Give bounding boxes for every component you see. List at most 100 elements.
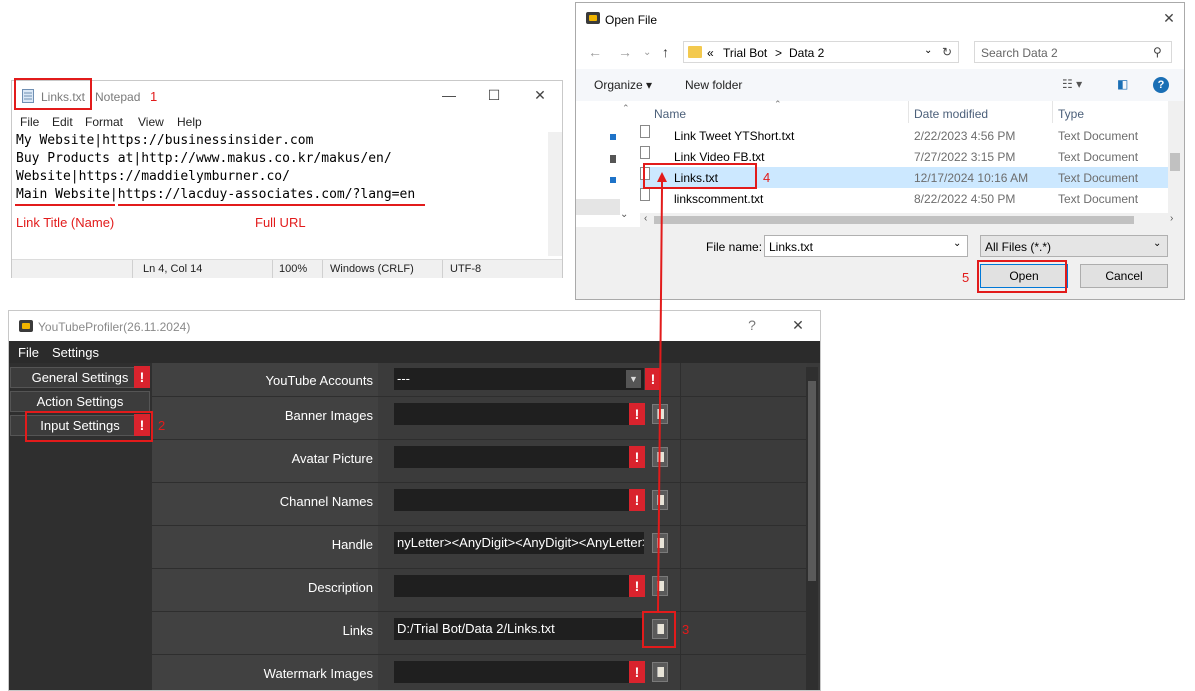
new-folder-button[interactable]: New folder [685,78,742,92]
menu-view[interactable]: View [138,115,164,129]
text-file-icon [640,125,650,138]
column-name[interactable]: Name [654,107,686,121]
links-field[interactable]: D:/Trial Bot/Data 2/Links.txt [394,618,644,640]
label-description: Description [307,580,373,595]
chevron-down-icon[interactable]: ⌄ [953,238,961,249]
text-line: Main Website|https://lacduy-associates.c… [16,187,416,202]
file-type-filter[interactable]: All Files (*.*) ⌄ [980,235,1168,257]
handle-field[interactable]: nyLetter><AnyDigit><AnyDigit><AnyLetter> [394,532,644,554]
menu-file[interactable]: File [18,345,39,360]
address-bar[interactable]: « Trial Bot > Data 2 ⌄ ↻ [683,41,959,63]
status-zoom: 100% [279,263,308,275]
maximize-button[interactable]: ☐ [479,87,509,104]
chevron-down-icon[interactable]: ▼ [626,370,641,388]
file-list: ⌃ Name Date modified Type Link Tweet YTS… [640,99,1168,213]
notepad-text-area[interactable]: My Website|https://businessinsider.com Bu… [16,132,415,204]
description-field[interactable] [394,575,644,597]
banner-images-field[interactable] [394,403,644,425]
menu-format[interactable]: Format [85,115,123,129]
help-icon[interactable]: ? [1153,77,1169,93]
close-button[interactable]: ✕ [783,317,813,334]
nav-selected-item[interactable] [576,199,620,215]
sidebar-label: General Settings [31,370,129,385]
notepad-vertical-scrollbar[interactable] [548,132,562,256]
notepad-status-bar: Ln 4, Col 14 100% Windows (CRLF) UTF-8 [12,259,562,278]
scroll-thumb[interactable] [1170,153,1180,171]
chevron-down-icon[interactable]: ⌄ [643,47,651,58]
settings-extra-column [680,363,807,690]
chevron-up-icon[interactable]: ⌃ [622,103,630,114]
watermark-images-field[interactable] [394,661,644,683]
search-input[interactable]: Search Data 2 ⚲ [974,41,1172,63]
file-type: Text Document [1058,192,1139,206]
profiler-menu-bar: File Settings [9,341,820,363]
action-settings-button[interactable]: Action Settings [10,391,150,412]
file-row[interactable]: Link Tweet YTShort.txt 2/22/2023 4:56 PM… [640,125,1168,146]
minimize-button[interactable]: — [434,87,464,103]
notepad-menu-bar: File Edit Format View Help [12,113,562,131]
label-channel-names: Channel Names [279,494,373,509]
avatar-picture-field[interactable] [394,446,644,468]
file-row[interactable]: linkscomment.txt 8/22/2022 4:50 PM Text … [640,188,1168,209]
drive-icon[interactable] [610,177,616,183]
file-name-label: File name: [706,240,763,254]
organize-menu[interactable]: Organize ▾ [594,78,652,92]
file-list-vertical-scrollbar[interactable] [1168,101,1182,213]
annotation-full-url-label: Full URL [255,215,306,230]
close-button[interactable]: ✕ [1154,10,1184,27]
file-type: Text Document [1058,171,1139,185]
path-separator: > [775,46,783,60]
refresh-icon[interactable]: ↻ [942,45,952,59]
help-button[interactable]: ? [737,317,767,333]
column-type[interactable]: Type [1058,107,1084,121]
browse-file-button[interactable] [652,662,668,682]
general-settings-button[interactable]: General Settings [10,367,150,388]
forward-arrow-icon[interactable]: → [618,44,632,60]
menu-help[interactable]: Help [177,115,202,129]
file-date: 12/17/2024 10:16 AM [914,171,1029,185]
path-chevrons: « [707,46,714,60]
menu-edit[interactable]: Edit [52,115,73,129]
warning-icon: ! [134,366,150,388]
scroll-thumb[interactable] [808,381,816,581]
status-position: Ln 4, Col 14 [143,263,203,275]
label-banner-images: Banner Images [284,408,373,423]
file-date: 8/22/2022 4:50 PM [914,192,1016,206]
chevron-down-icon[interactable]: ⌄ [1153,238,1161,249]
view-options-icon[interactable]: ☷ ▾ [1062,77,1082,91]
preview-pane-icon[interactable]: ◧ [1117,77,1128,91]
navigation-bar: ← → ⌄ ↑ « Trial Bot > Data 2 ⌄ ↻ Search … [576,35,1184,69]
back-arrow-icon[interactable]: ← [588,44,602,60]
up-arrow-icon[interactable]: ↑ [662,44,669,60]
settings-vertical-scrollbar[interactable] [806,367,818,690]
navigation-pane[interactable]: ⌃ ⌄ [576,101,641,227]
close-button[interactable]: ✕ [525,87,555,104]
file-list-horizontal-scrollbar[interactable]: ‹ › [640,213,1182,227]
notepad-window: Links.txt Notepad — ☐ ✕ File Edit Format… [11,80,563,278]
profiler-title: YouTubeProfiler(26.11.2024) [38,320,191,334]
annotation-box-notepad-file [14,78,92,110]
menu-settings[interactable]: Settings [52,345,99,360]
cancel-button[interactable]: Cancel [1080,264,1168,288]
annotation-number: 3 [682,622,690,637]
scroll-thumb[interactable] [654,216,1134,224]
file-type: Text Document [1058,150,1139,164]
path-data-2[interactable]: Data 2 [789,46,824,60]
channel-names-field[interactable] [394,489,644,511]
drive-icon[interactable] [610,134,616,140]
open-file-title: Open File [605,13,658,27]
menu-file[interactable]: File [20,115,39,129]
search-placeholder: Search Data 2 [981,46,1058,60]
column-date-modified[interactable]: Date modified [914,107,988,121]
path-trial-bot[interactable]: Trial Bot [723,46,767,60]
youtube-accounts-dropdown[interactable]: --- [394,368,644,390]
chevron-down-icon[interactable]: ⌄ [924,45,932,56]
scroll-right-icon[interactable]: › [1170,213,1173,224]
chevron-down-icon[interactable]: ⌄ [620,209,628,220]
annotation-underline-title [15,204,115,206]
drive-icon[interactable] [610,155,616,163]
notepad-app-name: Notepad [95,90,141,104]
folder-icon [688,46,702,58]
file-name-value: Links.txt [769,240,814,254]
file-name-input[interactable]: Links.txt ⌄ [764,235,968,257]
